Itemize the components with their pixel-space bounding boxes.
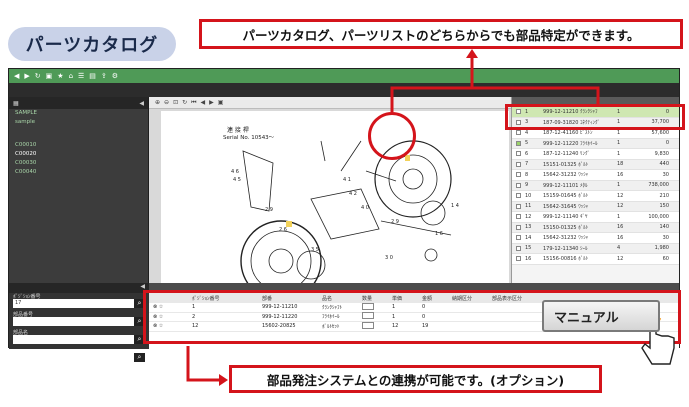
- manual-button[interactable]: マニュアル: [542, 300, 660, 332]
- callout-bottom: 部品発注システムとの連携が可能です。(オプション): [229, 365, 602, 393]
- connector-arrows: [186, 49, 675, 386]
